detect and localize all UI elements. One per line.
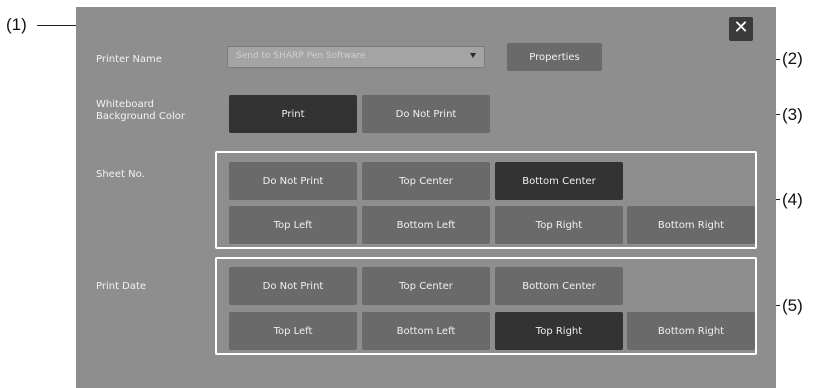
callout-1: (1) [6, 15, 27, 34]
callout-2: (2) [782, 49, 803, 68]
print-date-bottom-right[interactable]: Bottom Right [627, 312, 755, 350]
print-date-top-center[interactable]: Top Center [362, 267, 490, 305]
print-date-label: Print Date [96, 281, 147, 292]
print-date-do-not-print[interactable]: Do Not Print [229, 267, 357, 305]
sheet-no-top-left[interactable]: Top Left [229, 206, 357, 244]
sheet-no-top-right[interactable]: Top Right [495, 206, 623, 244]
callout-4: (4) [782, 190, 803, 209]
sheet-no-bottom-left[interactable]: Bottom Left [362, 206, 490, 244]
sheet-no-bottom-center[interactable]: Bottom Center [495, 162, 623, 200]
print-date-top-left[interactable]: Top Left [229, 312, 357, 350]
sheet-no-label: Sheet No. [96, 169, 145, 180]
printer-select[interactable]: Send to SHARP Pen Software [227, 46, 485, 68]
sheet-no-top-center[interactable]: Top Center [362, 162, 490, 200]
background-print-button[interactable]: Print [229, 95, 357, 133]
sheet-no-bottom-right[interactable]: Bottom Right [627, 206, 755, 244]
printer-name-label: Printer Name [96, 54, 162, 65]
callout-3: (3) [782, 105, 803, 124]
print-date-bottom-left[interactable]: Bottom Left [362, 312, 490, 350]
sheet-no-do-not-print[interactable]: Do Not Print [229, 162, 357, 200]
printer-select-value: Send to SHARP Pen Software [236, 51, 366, 61]
chevron-down-icon [470, 53, 476, 58]
callout-5: (5) [782, 296, 803, 315]
close-button[interactable]: ✕ [729, 17, 753, 41]
background-color-label: Whiteboard Background Color [96, 99, 185, 122]
print-date-bottom-center[interactable]: Bottom Center [495, 267, 623, 305]
properties-button[interactable]: Properties [507, 43, 602, 71]
print-date-top-right[interactable]: Top Right [495, 312, 623, 350]
background-do-not-print-button[interactable]: Do Not Print [362, 95, 490, 133]
